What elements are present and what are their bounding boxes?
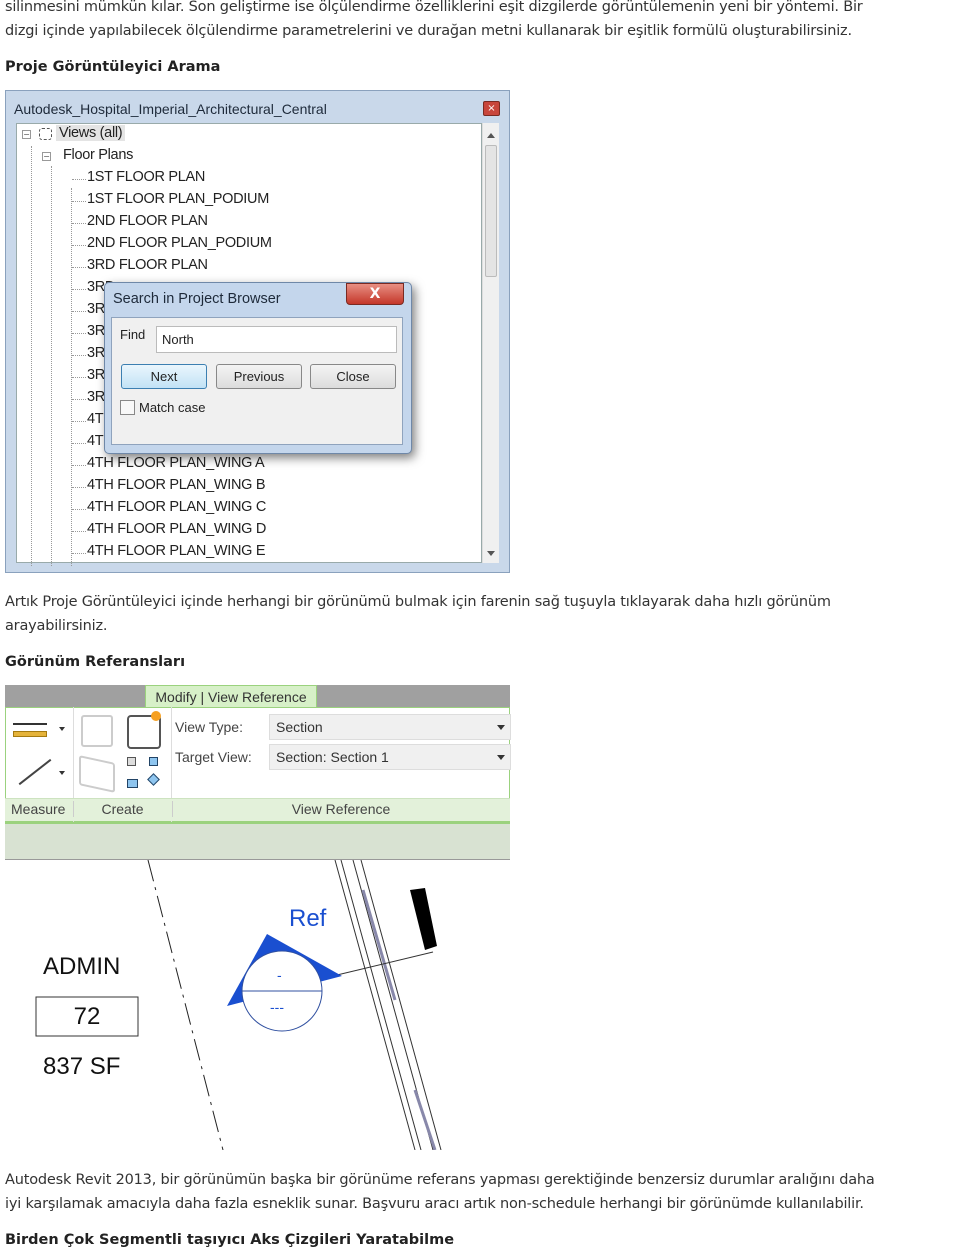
tag-bottom-text: --- [270,999,284,1015]
tree-item[interactable]: 4TH FLOOR PLAN_WING D [87,521,266,537]
target-view-dropdown[interactable]: Section: Section 1 [269,744,511,770]
tree-item[interactable]: 2ND FLOOR PLAN [87,213,208,229]
find-input[interactable]: North [156,326,397,353]
dialog-title: Search in Project Browser [113,291,281,307]
panel-view-reference: View Reference [172,801,509,817]
tree-group-floor-plans[interactable]: Floor Plans [63,147,133,163]
scroll-up-icon[interactable] [487,129,495,138]
scroll-down-icon[interactable] [487,551,495,560]
match-case-label: Match case [139,400,206,415]
tree-connector [72,531,86,532]
room-name: ADMIN [43,953,120,980]
section-line [336,951,434,976]
caption-search-2: arayabilirsiniz. [5,618,108,634]
view-type-label: View Type: [175,719,243,735]
panel-measure: Measure [11,801,66,817]
section-head [410,888,437,950]
intro-line-2: dizgi içinde yapılabilecek ölçülendirme … [5,23,852,39]
caption-reference-2: iyi karşılamak amacıyla daha fazla esnek… [5,1196,864,1212]
tag-top-text: - [277,967,282,983]
search-dialog: Search in Project Browser X Find North N… [104,282,412,454]
section-heading-grids: Birden Çok Segmentli taşıyıcı Aks Çizgil… [5,1232,455,1248]
section-heading-search: Proje Görüntüleyici Arama [5,59,221,75]
project-browser-title: Autodesk_Hospital_Imperial_Architectural… [14,101,327,117]
tree-connector [72,333,86,334]
tree-connector [72,421,86,422]
tree-connector [72,487,86,488]
dialog-close-icon[interactable]: X [346,283,404,305]
tree-connector [72,355,86,356]
caption-search-1: Artık Proje Görüntüleyici içinde herhang… [5,594,831,610]
collapse-icon[interactable]: − [22,130,31,139]
tree-connector [72,179,86,180]
view-type-dropdown[interactable]: Section [269,714,511,740]
tree-connector [72,267,86,268]
panel-create: Create [73,801,171,817]
previous-button[interactable]: Previous [216,364,302,389]
tree-item[interactable]: 4TH FLOOR PLAN_WING E [87,543,266,559]
tree-connector [72,311,86,312]
tree-item[interactable]: 1ST FLOOR PLAN_PODIUM [87,191,269,207]
match-case-checkbox[interactable] [120,400,135,415]
caption-reference-1: Autodesk Revit 2013, bir görünümün başka… [5,1172,875,1188]
tree-item[interactable]: 2ND FLOOR PLAN_PODIUM [87,235,272,251]
grid-line [147,860,224,1150]
dropdown-arrow-icon[interactable] [59,727,65,734]
duplicate-view-icon[interactable] [81,715,113,747]
section-heading-view-reference: Görünüm Referansları [5,654,186,670]
tab-modify-view-reference[interactable]: Modify | View Reference [145,685,317,709]
tree-connector [72,245,86,246]
view-reference-tag[interactable] [227,934,342,1032]
room-area: 837 SF [43,1053,120,1080]
tree-connector [72,377,86,378]
ref-label: Ref [289,905,327,932]
tree-connector [72,443,86,444]
tree-item[interactable]: 1ST FLOOR PLAN [87,169,205,185]
scroll-thumb[interactable] [485,145,497,277]
dropdown-arrow-icon[interactable] [59,771,65,778]
create-view-icon[interactable] [127,711,161,749]
room-number: 72 [74,1003,101,1030]
close-button[interactable]: Close [310,364,396,389]
next-button[interactable]: Next [121,364,207,389]
tree-item[interactable]: 3RD FLOOR PLAN [87,257,208,273]
target-view-label: Target View: [175,749,252,765]
ribbon: Modify | View Reference View Type: Secti… [5,685,511,860]
tree-connector [72,553,86,554]
tree-connector [72,289,86,290]
tree-item[interactable]: 4TH FLOOR PLAN_WING C [87,499,266,515]
scrollbar[interactable] [482,123,499,563]
intro-line-1: silinmesini mümkün kılar. Son geliştirme… [5,0,863,15]
close-icon[interactable]: × [483,101,500,116]
tree-connector [72,399,86,400]
tree-item[interactable]: 4TH FLOOR PLAN_WING B [87,477,266,493]
reference-icon[interactable] [125,757,163,791]
tree-connector [72,509,86,510]
find-label: Find [120,327,146,342]
tree-root-views[interactable]: Views (all) [56,125,126,141]
tree-connector [72,201,86,202]
collapse-icon[interactable]: − [42,152,51,161]
tree-item[interactable]: 4TH FLOOR PLAN_WING A [87,455,265,471]
measure-along-icon[interactable] [13,757,52,787]
tree-connector [72,465,86,466]
views-icon [39,128,52,140]
tree-connector [72,223,86,224]
plan-drawing: Ref - --- ADMIN 72 837 SF [35,860,442,1150]
measure-between-icon[interactable] [13,717,49,739]
